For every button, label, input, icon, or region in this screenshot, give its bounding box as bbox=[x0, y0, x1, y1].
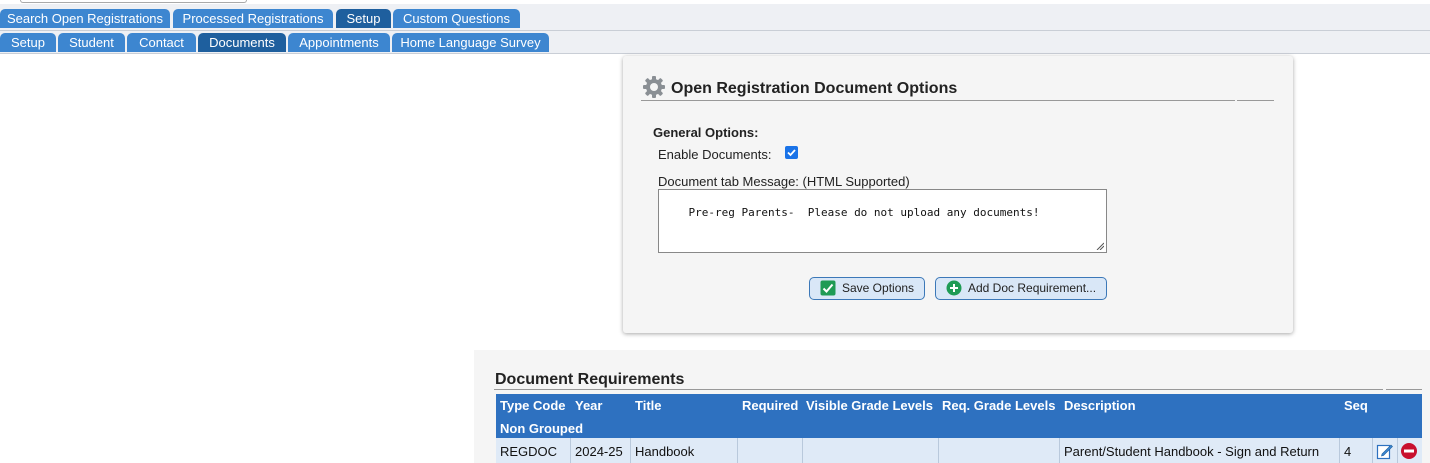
tab-processed-registrations[interactable]: Processed Registrations bbox=[173, 9, 333, 28]
cell-title: Handbook bbox=[631, 438, 738, 463]
checkmark-icon bbox=[820, 280, 836, 296]
title-divider-end bbox=[1237, 100, 1274, 101]
add-doc-requirement-label: Add Doc Requirement... bbox=[968, 281, 1097, 295]
subtab-appointments[interactable]: Appointments bbox=[288, 33, 390, 52]
edit-icon[interactable] bbox=[1376, 442, 1394, 460]
title-value: Handbook bbox=[635, 444, 695, 459]
enable-documents-label: Enable Documents: bbox=[658, 147, 772, 162]
cell-visible-grade-levels bbox=[803, 438, 939, 463]
table-row[interactable]: REGDOC 2024-25 Handbook Parent/Student H… bbox=[496, 438, 1422, 463]
cell-year: 2024-25 bbox=[571, 438, 631, 463]
col-visible-grade-levels[interactable]: Visible Grade Levels bbox=[806, 398, 933, 413]
add-doc-requirement-button[interactable]: Add Doc Requirement... bbox=[935, 277, 1107, 300]
col-req-grade-levels[interactable]: Req. Grade Levels bbox=[942, 398, 1055, 413]
type-code-value: REGDOC bbox=[500, 444, 558, 459]
year-value: 2024-25 bbox=[575, 444, 623, 459]
delete-icon[interactable] bbox=[1400, 442, 1418, 460]
col-required[interactable]: Required bbox=[742, 398, 798, 413]
col-title[interactable]: Title bbox=[635, 398, 662, 413]
description-value: Parent/Student Handbook - Sign and Retur… bbox=[1064, 444, 1320, 459]
group-row: Non Grouped bbox=[496, 416, 1422, 438]
tab-search-open-registrations[interactable]: Search Open Registrations bbox=[0, 9, 170, 28]
requirements-title: Document Requirements bbox=[495, 371, 685, 388]
title-divider bbox=[641, 100, 1235, 101]
seq-value: 4 bbox=[1344, 444, 1352, 459]
document-requirements-section: Document Requirements Type Code Year Tit… bbox=[474, 350, 1430, 463]
col-type-code[interactable]: Type Code bbox=[500, 398, 566, 413]
add-circle-icon bbox=[946, 280, 962, 296]
tab-custom-questions[interactable]: Custom Questions bbox=[393, 9, 520, 28]
resize-grip-icon[interactable] bbox=[1096, 242, 1104, 250]
table-header: Type Code Year Title Required Visible Gr… bbox=[496, 394, 1422, 416]
cell-req-grade-levels bbox=[939, 438, 1060, 463]
cell-type-code: REGDOC bbox=[496, 438, 571, 463]
col-seq[interactable]: Seq bbox=[1344, 398, 1368, 413]
gear-icon bbox=[643, 76, 665, 98]
document-options-panel: Open Registration Document Options Gener… bbox=[623, 56, 1293, 333]
search-box-edge[interactable] bbox=[20, 0, 247, 3]
document-message-textarea[interactable]: Pre-reg Parents- Please do not upload an… bbox=[658, 189, 1107, 253]
col-description[interactable]: Description bbox=[1064, 398, 1136, 413]
subtab-setup[interactable]: Setup bbox=[0, 33, 56, 52]
message-text: Pre-reg Parents- Please do not upload an… bbox=[688, 206, 1040, 219]
cell-description: Parent/Student Handbook - Sign and Retur… bbox=[1060, 438, 1340, 463]
panel-title: Open Registration Document Options bbox=[671, 80, 958, 97]
subtab-student[interactable]: Student bbox=[58, 33, 125, 52]
cell-required bbox=[738, 438, 803, 463]
cell-edit bbox=[1373, 438, 1398, 463]
requirements-divider-end bbox=[1386, 389, 1422, 390]
tab-setup[interactable]: Setup bbox=[336, 9, 391, 28]
col-year[interactable]: Year bbox=[575, 398, 602, 413]
sub-tab-bar: Setup Student Contact Documents Appointm… bbox=[0, 31, 1430, 54]
main-tab-bar: Search Open Registrations Processed Regi… bbox=[0, 4, 1430, 31]
enable-documents-checkbox[interactable] bbox=[785, 146, 798, 159]
message-label: Document tab Message: (HTML Supported) bbox=[658, 174, 910, 189]
save-options-label: Save Options bbox=[842, 281, 915, 295]
subtab-home-language-survey[interactable]: Home Language Survey bbox=[392, 33, 549, 52]
cell-seq: 4 bbox=[1340, 438, 1373, 463]
subtab-contact[interactable]: Contact bbox=[127, 33, 196, 52]
subtab-documents[interactable]: Documents bbox=[198, 33, 286, 52]
group-label: Non Grouped bbox=[500, 421, 584, 436]
cell-delete bbox=[1398, 438, 1422, 463]
save-options-button[interactable]: Save Options bbox=[809, 277, 925, 300]
checkmark-icon bbox=[787, 149, 796, 157]
general-options-heading: General Options: bbox=[653, 125, 759, 140]
requirements-divider bbox=[494, 389, 1383, 390]
